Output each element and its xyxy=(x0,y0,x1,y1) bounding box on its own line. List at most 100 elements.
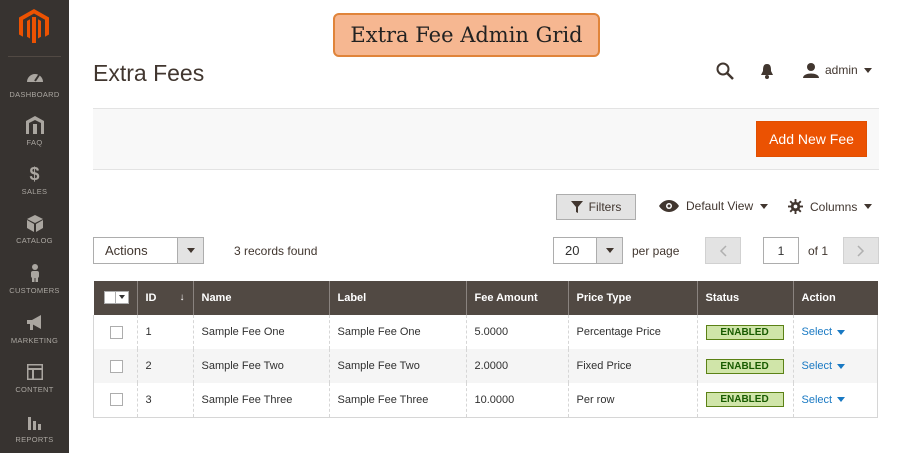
row-checkbox[interactable] xyxy=(110,393,123,407)
status-badge: ENABLED xyxy=(705,358,784,374)
sidebar-divider xyxy=(8,56,61,57)
bell-icon[interactable] xyxy=(760,63,774,79)
table-row: 2 Sample Fee Two Sample Fee Two 2.0000 F… xyxy=(93,349,878,383)
default-view-dropdown[interactable]: Default View xyxy=(659,199,769,213)
table-row: 3 Sample Fee Three Sample Fee Three 10.0… xyxy=(93,383,878,417)
box-icon xyxy=(0,212,69,234)
cell-price-type: Fixed Price xyxy=(567,349,697,383)
column-header-name[interactable]: Name xyxy=(192,281,329,315)
row-checkbox[interactable] xyxy=(110,359,123,373)
sidebar-item-dashboard[interactable]: DASHBOARD xyxy=(0,66,69,99)
cell-price-type: Per row xyxy=(567,383,697,417)
table-row: 1 Sample Fee One Sample Fee One 5.0000 P… xyxy=(93,315,878,349)
chevron-down-icon xyxy=(863,67,872,73)
cell-fee-amount: 5.0000 xyxy=(465,315,568,349)
chevron-down-icon xyxy=(596,238,622,263)
columns-dropdown[interactable]: Columns xyxy=(788,199,873,214)
sidebar-item-label: CONTENT xyxy=(15,385,54,394)
sort-arrow-icon: ↓ xyxy=(179,292,185,303)
status-badge: ENABLED xyxy=(705,324,784,340)
cell-name: Sample Fee Two xyxy=(192,349,329,383)
sidebar-item-catalog[interactable]: CATALOG xyxy=(0,212,69,245)
sidebar-item-faq[interactable]: FAQ xyxy=(0,114,69,147)
sidebar-item-label: REPORTS xyxy=(15,435,54,444)
sidebar-item-label: MARKETING xyxy=(10,336,59,345)
status-badge: ENABLED xyxy=(705,392,784,408)
sidebar-item-customers[interactable]: CUSTOMERS xyxy=(0,262,69,295)
chevron-down-icon xyxy=(837,397,846,403)
column-header-price-type[interactable]: Price Type xyxy=(567,281,697,315)
bar-chart-icon xyxy=(0,411,69,433)
funnel-icon xyxy=(570,201,583,213)
cell-name: Sample Fee Three xyxy=(192,383,329,417)
cell-label: Sample Fee Three xyxy=(328,383,466,417)
column-header-label[interactable]: Label xyxy=(328,281,466,315)
mass-select-column[interactable] xyxy=(93,281,137,315)
chevron-down-icon xyxy=(864,204,873,209)
sidebar-item-label: FAQ xyxy=(26,138,43,147)
filters-button[interactable]: Filters xyxy=(556,194,636,220)
user-icon xyxy=(803,63,819,78)
faq-icon xyxy=(0,114,69,136)
records-found-text: 3 records found xyxy=(234,244,318,258)
row-checkbox[interactable] xyxy=(110,325,123,339)
sidebar-item-sales[interactable]: $ SALES xyxy=(0,163,69,197)
page-number-input[interactable]: 1 xyxy=(763,237,799,264)
sidebar-item-marketing[interactable]: MARKETING xyxy=(0,312,69,345)
cell-fee-amount: 2.0000 xyxy=(465,349,568,383)
extra-fees-grid: ID ↓ Name Label Fee Amount Price Type St… xyxy=(93,281,878,418)
cell-id: 1 xyxy=(136,315,193,349)
sidebar-item-label: DASHBOARD xyxy=(9,90,60,99)
actions-select-value: Actions xyxy=(105,243,148,258)
cell-fee-amount: 10.0000 xyxy=(465,383,568,417)
chevron-right-icon xyxy=(857,244,865,257)
person-icon xyxy=(0,262,69,284)
column-header-id[interactable]: ID ↓ xyxy=(136,281,193,315)
sidebar-item-reports[interactable]: REPORTS xyxy=(0,411,69,444)
gear-icon xyxy=(788,199,803,214)
chevron-down-icon xyxy=(177,238,203,263)
cell-id: 2 xyxy=(136,349,193,383)
filters-label: Filters xyxy=(588,200,622,214)
megaphone-icon xyxy=(0,312,69,334)
sidebar-item-label: CUSTOMERS xyxy=(9,286,60,295)
sidebar-item-label: CATALOG xyxy=(16,236,53,245)
magento-logo-icon[interactable] xyxy=(19,9,49,43)
dollar-icon: $ xyxy=(29,163,40,184)
columns-label: Columns xyxy=(810,199,858,214)
screenshot-banner: Extra Fee Admin Grid xyxy=(333,13,600,57)
admin-sidebar: DASHBOARD FAQ $ SALES CATALOG CUSTOMERS … xyxy=(0,0,69,453)
column-header-fee-amount[interactable]: Fee Amount xyxy=(465,281,568,315)
dashboard-icon xyxy=(0,66,69,88)
mass-select-checkbox[interactable] xyxy=(103,290,129,304)
admin-username: admin xyxy=(825,63,858,77)
page-title: Extra Fees xyxy=(93,60,205,86)
admin-user-menu[interactable]: admin xyxy=(803,62,872,78)
per-page-select[interactable]: 20 xyxy=(553,237,623,264)
per-page-label: per page xyxy=(632,244,680,258)
page-total-label: of 1 xyxy=(808,244,829,258)
previous-page-button[interactable] xyxy=(705,237,741,264)
search-icon[interactable] xyxy=(716,62,734,80)
chevron-left-icon xyxy=(719,244,727,257)
sidebar-item-content[interactable]: CONTENT xyxy=(0,361,69,394)
cell-label: Sample Fee One xyxy=(328,315,466,349)
row-action-select[interactable]: Select xyxy=(802,394,846,406)
sidebar-item-label: SALES xyxy=(21,187,48,196)
default-view-label: Default View xyxy=(686,199,754,213)
per-page-value: 20 xyxy=(565,243,580,258)
column-header-action: Action xyxy=(792,281,878,315)
row-action-select[interactable]: Select xyxy=(802,360,846,372)
chevron-down-icon xyxy=(837,363,846,369)
next-page-button[interactable] xyxy=(843,237,879,264)
row-action-select[interactable]: Select xyxy=(802,326,846,338)
cell-id: 3 xyxy=(136,383,193,417)
mass-actions-select[interactable]: Actions xyxy=(93,237,204,264)
column-header-status[interactable]: Status xyxy=(696,281,793,315)
grid-header-row: ID ↓ Name Label Fee Amount Price Type St… xyxy=(93,281,878,315)
add-new-fee-button[interactable]: Add New Fee xyxy=(756,121,867,157)
chevron-down-icon xyxy=(760,203,769,209)
cell-label: Sample Fee Two xyxy=(328,349,466,383)
chevron-down-icon xyxy=(837,329,846,335)
eye-icon xyxy=(659,200,679,212)
